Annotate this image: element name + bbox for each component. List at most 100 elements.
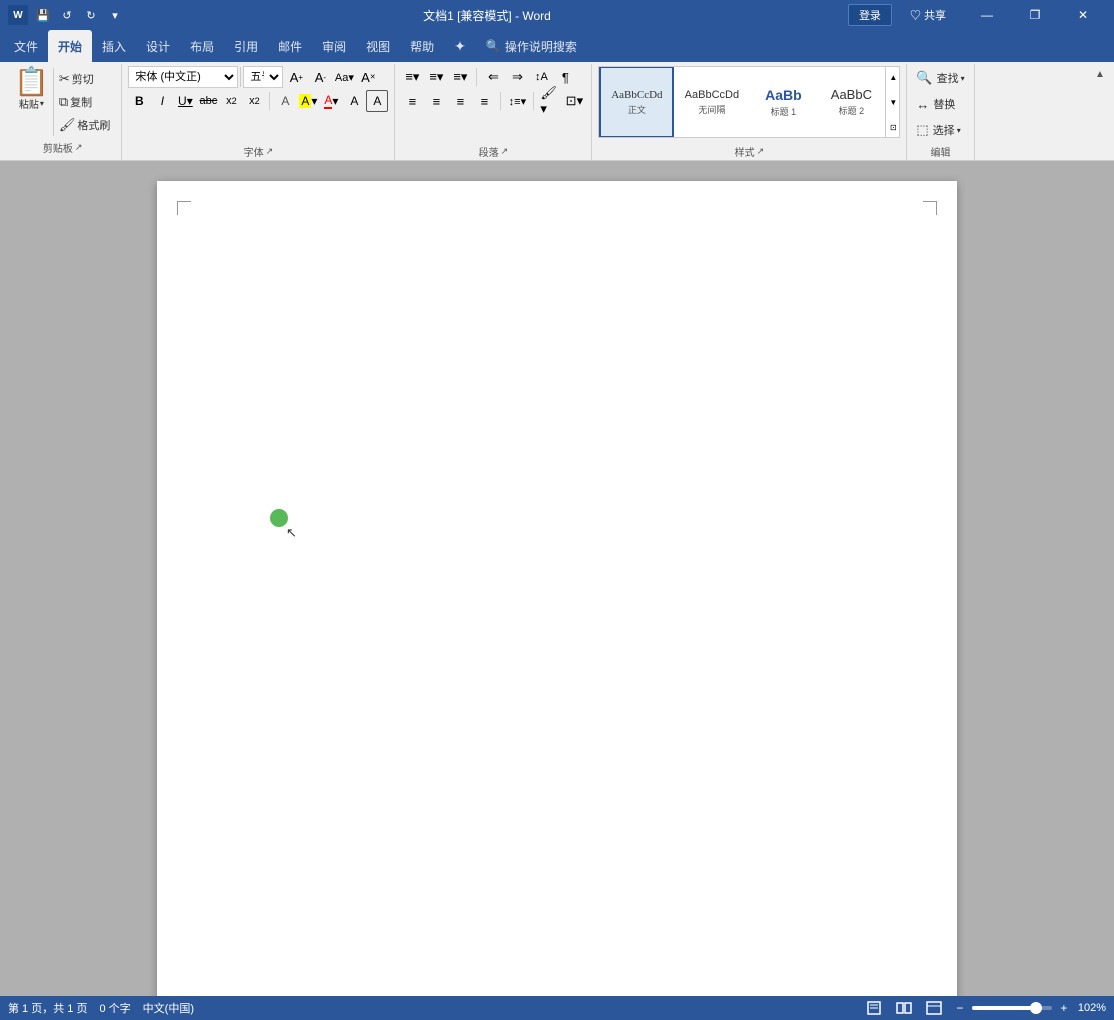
- close-button[interactable]: ✕: [1060, 0, 1106, 30]
- tab-references[interactable]: 引用: [224, 30, 268, 62]
- editing-group-label: 编辑: [913, 142, 967, 160]
- font-group-content: 宋体 (中文正) 五号 A+ A- Aa▾ A✕ B I U▾ abc: [128, 66, 388, 112]
- quick-access-more[interactable]: ▾: [104, 4, 126, 26]
- document-page[interactable]: ↖: [157, 181, 957, 996]
- clear-format-button[interactable]: A✕: [357, 66, 379, 88]
- editing-group: 🔍 查找 ▾ ↔ 替换 ⬚ 选择 ▾ 编辑: [907, 64, 974, 160]
- zoom-level: 102%: [1078, 1002, 1106, 1014]
- char-shading-button[interactable]: A: [343, 90, 365, 112]
- undo-button[interactable]: ↺: [56, 4, 78, 26]
- styles-expand-icon[interactable]: ↗: [757, 146, 765, 157]
- underline-button[interactable]: U▾: [174, 90, 196, 112]
- replace-button[interactable]: ↔ 替换: [913, 92, 967, 116]
- quick-access-toolbar: 💾 ↺ ↻ ▾: [32, 4, 126, 26]
- justify-button[interactable]: ≡: [473, 90, 495, 112]
- zoom-slider-thumb[interactable]: [1030, 1002, 1042, 1014]
- ribbon-tabs: 文件 开始 插入 设计 布局 引用 邮件 审阅 视图 帮助 ✦ 🔍操作说明搜索: [0, 30, 1114, 62]
- tab-design[interactable]: 设计: [136, 30, 180, 62]
- paragraph-group: ≡▾ ≡▾ ≡▾ ⇐ ⇒ ↕A ¶ ≡ ≡ ≡ ≡ ↕≡▾: [395, 64, 592, 160]
- style-item-nospace[interactable]: AaBbCcDd 无间隔: [674, 66, 749, 138]
- numbering-button[interactable]: ≡▾: [425, 66, 447, 88]
- subscript-button[interactable]: x2: [220, 90, 242, 112]
- web-view-button[interactable]: [922, 998, 946, 1018]
- tab-mailings[interactable]: 邮件: [268, 30, 312, 62]
- line-spacing-button[interactable]: ↕≡▾: [506, 90, 528, 112]
- language: 中文(中国): [143, 1000, 194, 1016]
- document-area[interactable]: ↖: [0, 161, 1114, 996]
- change-case-button[interactable]: Aa▾: [333, 66, 355, 88]
- highlight-color-button[interactable]: A▾: [297, 90, 319, 112]
- font-name-row: 宋体 (中文正) 五号 A+ A- Aa▾ A✕: [128, 66, 388, 88]
- paragraph-expand-icon[interactable]: ↗: [501, 146, 509, 157]
- redo-button[interactable]: ↻: [80, 4, 102, 26]
- align-left-button[interactable]: ≡: [401, 90, 423, 112]
- collapse-ribbon-button[interactable]: ▲: [1092, 66, 1108, 82]
- font-format-row: B I U▾ abc x2 x2 A A▾ A▾ A A: [128, 90, 388, 112]
- font-expand-icon[interactable]: ↗: [266, 146, 274, 157]
- tab-file[interactable]: 文件: [4, 30, 48, 62]
- zoom-in-button[interactable]: +: [1056, 1000, 1072, 1016]
- tab-review[interactable]: 审阅: [312, 30, 356, 62]
- zoom-controls: − + 102%: [952, 1000, 1106, 1016]
- font-size-select[interactable]: 五号: [243, 66, 283, 88]
- font-group-label: 字体 ↗: [128, 142, 388, 160]
- styles-group-label: 样式 ↗: [598, 142, 900, 160]
- find-button[interactable]: 🔍 查找 ▾: [913, 66, 967, 90]
- clipboard-expand-icon[interactable]: ↗: [75, 142, 83, 153]
- tab-lightbulb[interactable]: ✦: [444, 30, 476, 62]
- status-bar: 第 1 页，共 1 页 0 个字 中文(中国) − + 102%: [0, 996, 1114, 1020]
- font-shrink-button[interactable]: A-: [309, 66, 331, 88]
- styles-scroll-down[interactable]: ▼: [886, 91, 900, 113]
- cut-button[interactable]: ✂剪切: [56, 68, 114, 90]
- search-box[interactable]: 🔍操作说明搜索: [476, 30, 587, 62]
- zoom-out-button[interactable]: −: [952, 1000, 968, 1016]
- text-effects-button[interactable]: A: [274, 90, 296, 112]
- font-grow-button[interactable]: A+: [285, 66, 307, 88]
- save-button[interactable]: 💾: [32, 4, 54, 26]
- tab-insert[interactable]: 插入: [92, 30, 136, 62]
- styles-more-button[interactable]: ⊡: [886, 116, 900, 138]
- align-center-button[interactable]: ≡: [425, 90, 447, 112]
- bold-button[interactable]: B: [128, 90, 150, 112]
- font-name-select[interactable]: 宋体 (中文正): [128, 66, 238, 88]
- select-button[interactable]: ⬚ 选择 ▾: [913, 118, 967, 142]
- char-border-button[interactable]: A: [366, 90, 388, 112]
- title-bar-right: 登录 ♡ 共享 — ❐ ✕: [848, 0, 1106, 30]
- style-item-h1[interactable]: AaBb 标题 1: [749, 66, 817, 138]
- styles-scroll: ▲ ▼ ⊡: [885, 66, 899, 138]
- superscript-button[interactable]: x2: [243, 90, 265, 112]
- style-preview-normal: AaBbCcDd: [611, 89, 662, 101]
- format-painter-button[interactable]: 🖌格式刷: [56, 114, 114, 136]
- style-item-normal[interactable]: AaBbCcDd 正文: [599, 66, 674, 138]
- ribbon-content: 📋 粘贴▾ ✂剪切 ⧉复制 🖌格式刷: [0, 62, 1114, 161]
- copy-button[interactable]: ⧉复制: [56, 91, 114, 113]
- increase-indent-button[interactable]: ⇒: [506, 66, 528, 88]
- borders-button[interactable]: ⊡▾: [563, 90, 585, 112]
- clipboard-group: 📋 粘贴▾ ✂剪切 ⧉复制 🖌格式刷: [4, 64, 122, 160]
- minimize-button[interactable]: —: [964, 0, 1010, 30]
- ribbon: 文件 开始 插入 设计 布局 引用 邮件 审阅 视图 帮助 ✦ 🔍操作说明搜索 …: [0, 30, 1114, 161]
- align-right-button[interactable]: ≡: [449, 90, 471, 112]
- share-button[interactable]: ♡ 共享: [904, 7, 952, 23]
- tab-layout[interactable]: 布局: [180, 30, 224, 62]
- style-label-h2: 标题 2: [839, 104, 865, 117]
- tab-help[interactable]: 帮助: [400, 30, 444, 62]
- restore-button[interactable]: ❐: [1012, 0, 1058, 30]
- decrease-indent-button[interactable]: ⇐: [482, 66, 504, 88]
- tab-view[interactable]: 视图: [356, 30, 400, 62]
- zoom-slider[interactable]: [972, 1006, 1052, 1010]
- styles-scroll-up[interactable]: ▲: [886, 66, 900, 88]
- print-layout-button[interactable]: [862, 998, 886, 1018]
- paste-button[interactable]: 📋 粘贴▾: [10, 66, 53, 138]
- multilevel-list-button[interactable]: ≡▾: [449, 66, 471, 88]
- tab-home[interactable]: 开始: [48, 30, 92, 62]
- italic-button[interactable]: I: [151, 90, 173, 112]
- font-color-button[interactable]: A▾: [320, 90, 342, 112]
- style-item-h2[interactable]: AaBbC 标题 2: [817, 66, 885, 138]
- login-button[interactable]: 登录: [848, 4, 892, 26]
- strikethrough-button[interactable]: abc: [197, 90, 219, 112]
- read-view-button[interactable]: [892, 998, 916, 1018]
- style-label-normal: 正文: [628, 103, 646, 116]
- bullets-button[interactable]: ≡▾: [401, 66, 423, 88]
- shading-button[interactable]: 🖌▾: [539, 90, 561, 112]
